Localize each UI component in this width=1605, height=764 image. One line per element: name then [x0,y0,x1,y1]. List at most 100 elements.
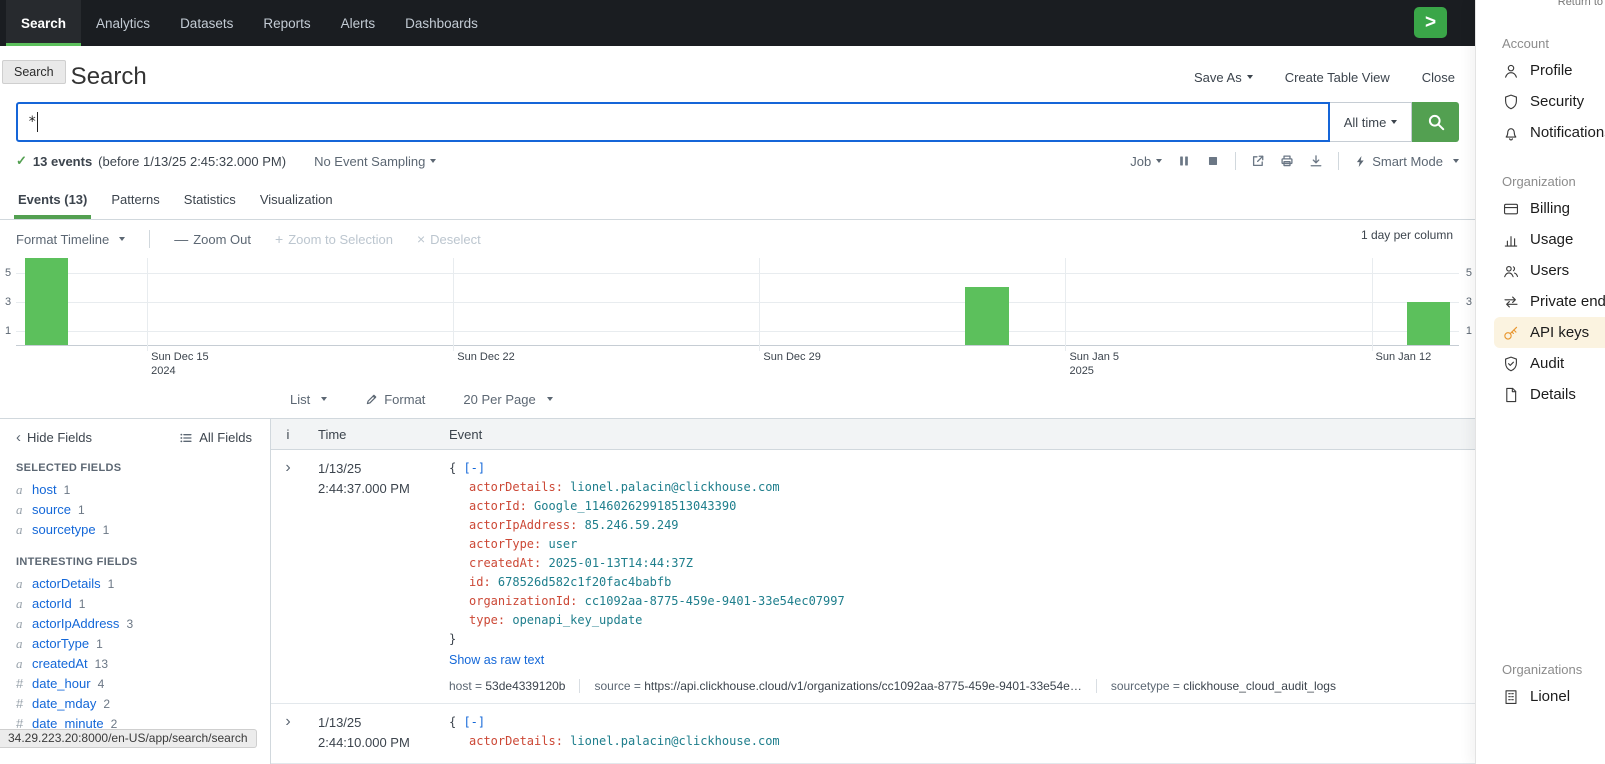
x-axis-label: Sun Dec 22 [457,350,514,364]
sidebar-item-usage[interactable]: Usage [1502,224,1605,255]
sidebar-item-users[interactable]: Users [1502,255,1605,286]
hide-fields-button[interactable]: ‹Hide Fields [16,429,92,446]
sidebar-item-private-endpoints[interactable]: Private endpoints [1502,286,1605,317]
text-cursor [37,112,38,132]
field-item-actoripaddress[interactable]: aactorIpAddress3 [16,616,252,636]
nav-item-datasets[interactable]: Datasets [165,0,248,46]
field-item-actortype[interactable]: aactorType1 [16,636,252,656]
timeline-bar[interactable] [25,258,69,345]
field-item-date-mday[interactable]: #date_mday2 [16,696,252,716]
return-link[interactable]: Return to [1558,0,1603,8]
format-timeline-dropdown[interactable]: Format Timeline [16,232,125,247]
show-raw-text-link[interactable]: Show as raw text [449,653,544,667]
collapse-json-link[interactable]: [-] [463,715,485,729]
zoom-to-selection-button[interactable]: +Zoom to Selection [275,231,393,247]
timeline-bar[interactable] [965,287,1009,345]
search-button[interactable] [1412,102,1459,142]
sidebar-item-api-keys[interactable]: API keys [1494,317,1605,348]
zoom-out-button[interactable]: —Zoom Out [174,231,251,247]
sidebar-item-profile[interactable]: Profile [1502,55,1605,86]
job-menu[interactable]: Job [1130,154,1162,169]
timeline-plot[interactable] [16,258,1459,346]
tab-visualization[interactable]: Visualization [248,180,345,219]
field-item-actorid[interactable]: aactorId1 [16,596,252,616]
nav-item-reports[interactable]: Reports [248,0,325,46]
print-button[interactable] [1280,154,1294,168]
sidebar-item-billing[interactable]: Billing [1502,193,1605,224]
tab-events-13[interactable]: Events (13) [6,180,99,219]
stop-icon [1206,154,1220,168]
pause-button[interactable] [1177,154,1191,168]
timeline-bar[interactable] [1407,302,1451,346]
format-timeline-label: Format Timeline [16,232,109,247]
y-axis-label: 3 [5,296,11,308]
all-fields-button[interactable]: All Fields [179,430,252,445]
caret-down-icon [1156,159,1162,163]
nav-item-alerts[interactable]: Alerts [326,0,391,46]
nav-item-dashboards[interactable]: Dashboards [390,0,493,46]
nav-item-search[interactable]: Search [6,0,81,46]
field-item-source[interactable]: asource1 [16,502,252,522]
collapse-json-link[interactable]: [-] [463,461,485,475]
field-item-sourcetype[interactable]: asourcetype1 [16,522,252,542]
sidebar-item-lionel[interactable]: Lionel [1502,681,1605,712]
timeline-controls: Format Timeline —Zoom Out +Zoom to Selec… [0,220,1475,258]
search-input[interactable]: * [16,102,1330,142]
splunk-logo[interactable]: > [1414,7,1447,38]
sidebar-item-audit[interactable]: Audit [1502,348,1605,379]
bolt-icon [1354,155,1367,168]
field-item-date-hour[interactable]: #date_hour4 [16,676,252,696]
list-view-dropdown[interactable]: List [290,392,327,407]
share-button[interactable] [1251,154,1265,168]
search-mode-selector[interactable]: Smart Mode [1354,154,1459,169]
fields-sidebar-header: ‹Hide Fields All Fields [16,429,252,446]
sidebar-item-label: Private endpoints [1530,293,1605,310]
all-fields-label: All Fields [199,430,252,445]
close-button[interactable]: Close [1422,70,1455,85]
field-type-icon: a [16,522,25,538]
sidebar-item-details[interactable]: Details [1502,379,1605,410]
format-results-button[interactable]: Format [365,392,425,407]
create-table-view-button[interactable]: Create Table View [1285,70,1390,85]
field-item-createdat[interactable]: acreatedAt13 [16,656,252,676]
tab-statistics[interactable]: Statistics [172,180,248,219]
expand-event-chevron-icon[interactable]: › [285,459,290,477]
fields-section-header: INTERESTING FIELDS [16,556,252,568]
field-count: 1 [78,503,85,517]
divider [149,230,150,248]
time-range-picker[interactable]: All time [1330,102,1412,142]
save-as-label: Save As [1194,70,1242,85]
expand-event-chevron-icon[interactable]: › [285,713,290,731]
export-button[interactable] [1309,154,1323,168]
tab-patterns[interactable]: Patterns [99,180,171,219]
stop-button[interactable] [1206,154,1220,168]
week-gridline [1065,258,1066,351]
x-axis-label: Sun Jan 52025 [1069,350,1119,378]
field-count: 1 [103,523,110,537]
sidebar-section-header: Account [1502,36,1605,51]
event-field-sourcetype[interactable]: sourcetype = clickhouse_cloud_audit_logs [1096,679,1350,693]
per-page-dropdown[interactable]: 20 Per Page [463,392,552,407]
field-item-actordetails[interactable]: aactorDetails1 [16,576,252,596]
field-item-host[interactable]: ahost1 [16,482,252,502]
search-tooltip: Search [2,60,66,84]
sidebar-item-label: Details [1530,386,1576,403]
event-sampling-dropdown[interactable]: No Event Sampling [314,154,436,169]
field-type-icon: a [16,576,25,592]
event-time[interactable]: 1/13/252:44:10.000 PM [305,713,437,753]
event-field-host[interactable]: host = 53de4339120b [449,679,579,693]
sidebar-item-security[interactable]: Security [1502,86,1605,117]
pause-icon [1177,154,1191,168]
success-check-icon: ✓ [16,153,27,169]
deselect-button[interactable]: ×Deselect [417,231,481,247]
splunk-search-app: SearchAnalyticsDatasetsReportsAlertsDash… [0,0,1475,764]
sidebar-item-notifications[interactable]: Notifications [1502,117,1605,148]
search-bar: * All time [16,102,1459,142]
event-time[interactable]: 1/13/252:44:37.000 PM [305,459,437,693]
nav-item-analytics[interactable]: Analytics [81,0,165,46]
events-table: i Time Event ›1/13/252:44:37.000 PM{ [-]… [271,419,1475,764]
save-as-button[interactable]: Save As [1194,70,1253,85]
job-status-left: ✓ 13 events (before 1/13/25 2:45:32.000 … [16,153,436,169]
event-field-source[interactable]: source = https://api.clickhouse.cloud/v1… [579,679,1095,693]
zoom-to-selection-label: Zoom to Selection [288,232,393,247]
